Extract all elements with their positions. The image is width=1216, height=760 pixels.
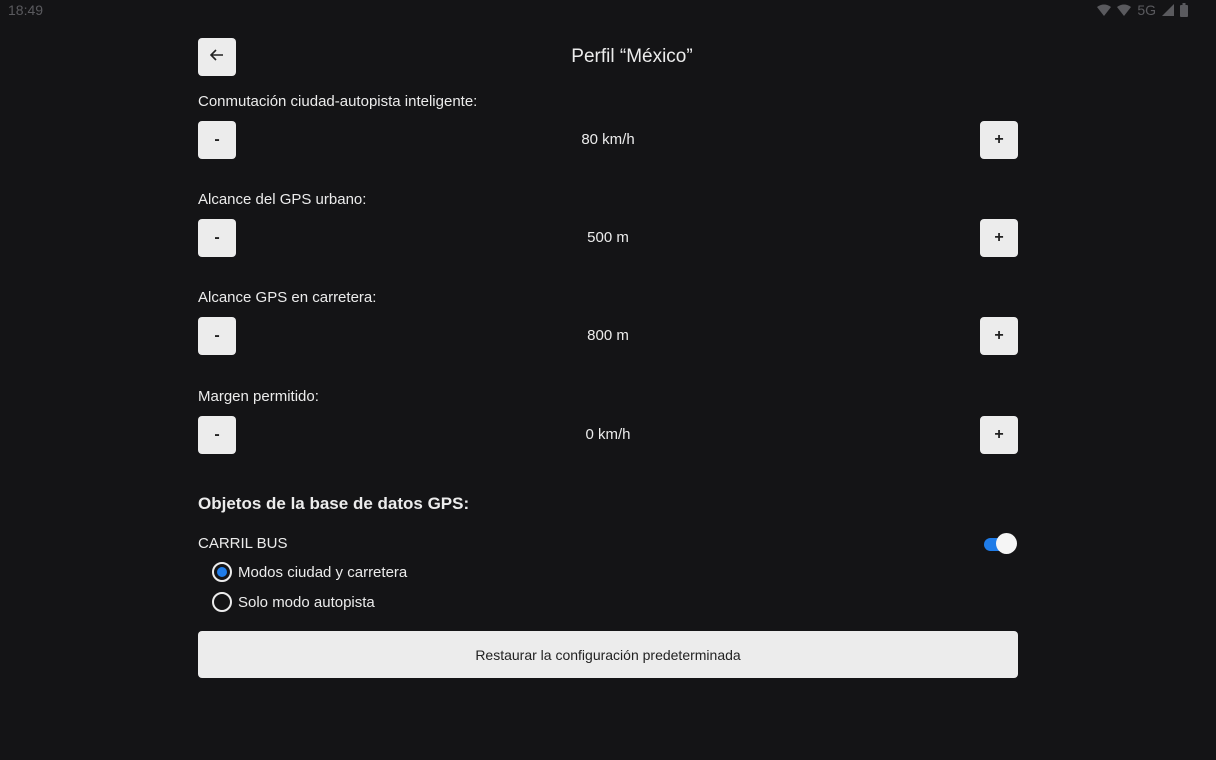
increment-button[interactable]: + xyxy=(980,416,1018,454)
wifi-icon xyxy=(1097,4,1112,16)
radio-label: Solo modo autopista xyxy=(238,593,375,611)
restore-defaults-button[interactable]: Restaurar la configuración predeterminad… xyxy=(198,631,1018,678)
setting-stepper: - 500 m + xyxy=(198,219,1018,257)
setting-value: 800 m xyxy=(587,327,629,344)
status-time: 18:49 xyxy=(8,2,44,18)
cell-signal-icon xyxy=(1162,4,1174,16)
radio-option-highway-only[interactable]: Solo modo autopista xyxy=(212,592,375,612)
gps-objects-title: Objetos de la base de datos GPS: xyxy=(198,494,470,513)
network-type-label: 5G xyxy=(1137,2,1156,18)
setting-value: 0 km/h xyxy=(585,426,631,443)
increment-button[interactable]: + xyxy=(980,121,1018,159)
setting-label: Margen permitido: xyxy=(198,388,319,405)
increment-button[interactable]: + xyxy=(980,317,1018,355)
radio-unchecked-icon xyxy=(212,592,232,612)
status-icons: 5G xyxy=(1097,2,1188,18)
setting-value: 80 km/h xyxy=(581,131,635,148)
battery-icon xyxy=(1180,3,1188,17)
setting-stepper: - 0 km/h + xyxy=(198,416,1018,454)
setting-stepper: - 800 m + xyxy=(198,317,1018,355)
bus-lane-label: CARRIL BUS xyxy=(198,535,288,552)
setting-stepper: - 80 km/h + xyxy=(198,121,1018,159)
toggle-knob xyxy=(996,533,1017,554)
bus-lane-toggle[interactable] xyxy=(984,533,1018,555)
status-bar: 18:49 5G xyxy=(0,0,1216,22)
wifi-icon-secondary xyxy=(1117,4,1132,16)
setting-label: Alcance GPS en carretera: xyxy=(198,289,377,306)
radio-checked-icon xyxy=(212,562,232,582)
page-title: Perfil “México” xyxy=(571,46,693,67)
radio-option-city-highway[interactable]: Modos ciudad y carretera xyxy=(212,562,407,582)
setting-label: Alcance del GPS urbano: xyxy=(198,191,367,208)
header: Perfil “México” xyxy=(198,38,1018,76)
increment-button[interactable]: + xyxy=(980,219,1018,257)
setting-value: 500 m xyxy=(587,229,629,246)
radio-label: Modos ciudad y carretera xyxy=(238,563,408,581)
setting-label: Conmutación ciudad-autopista inteligente… xyxy=(198,93,478,110)
